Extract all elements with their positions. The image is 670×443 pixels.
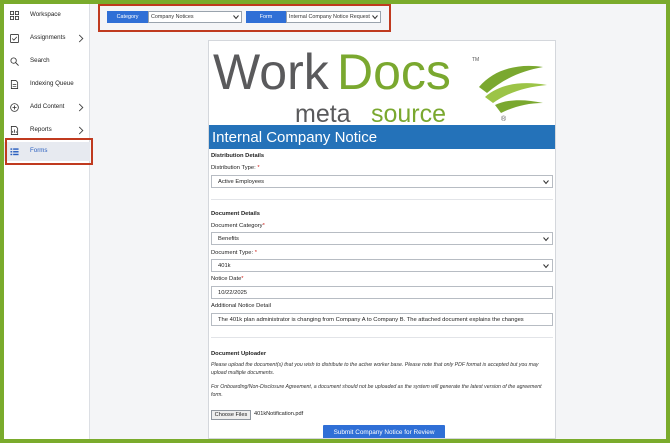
- checkbox-icon: [10, 34, 19, 43]
- form-title: Internal Company Notice: [209, 125, 555, 149]
- document-type-value: 401k: [218, 262, 231, 269]
- section-divider: [211, 199, 553, 200]
- document-type-label: Document Type: *: [211, 250, 257, 256]
- distribution-heading: Distribution Details: [211, 153, 265, 159]
- sidebar-item-indexing-queue[interactable]: Indexing Queue: [4, 76, 90, 94]
- logo-word-meta: meta: [295, 100, 351, 125]
- logo-trademark: TM: [472, 57, 479, 63]
- document-icon: [10, 80, 19, 89]
- notice-detail-input[interactable]: The 401k plan administrator is changing …: [211, 313, 553, 326]
- uploader-note-pdf: Please upload the document(s) that you w…: [211, 362, 539, 376]
- sidebar-item-label: Workspace: [30, 11, 61, 18]
- distribution-type-select[interactable]: Active Employees: [211, 175, 553, 188]
- sidebar-item-assignments[interactable]: Assignments: [4, 30, 90, 48]
- section-divider: [211, 337, 553, 338]
- report-icon: [10, 126, 19, 135]
- chevron-right-icon: [78, 34, 84, 43]
- workdocs-logo-graphic: Work Docs TM meta source ®: [213, 44, 547, 128]
- document-type-select[interactable]: 401k: [211, 259, 553, 272]
- sidebar-item-label: Indexing Queue: [30, 80, 74, 87]
- chevron-down-icon: [543, 237, 549, 242]
- document-category-label: Document Category*: [211, 223, 265, 229]
- uploader-heading: Document Uploader: [211, 351, 267, 357]
- chevron-down-icon: [543, 264, 549, 269]
- sidebar-item-label: Add Content: [30, 103, 65, 110]
- sidebar-item-label: Reports: [30, 126, 52, 133]
- notice-date-label: Notice Date*: [211, 276, 244, 282]
- forms-highlight-box: [5, 138, 93, 165]
- plus-circle-icon: [10, 103, 19, 112]
- document-heading: Document Details: [211, 211, 260, 217]
- logo-word-work: Work: [213, 44, 330, 100]
- chevron-right-icon: [78, 126, 84, 135]
- grid-icon: [10, 11, 19, 20]
- workdocs-logo: Work Docs TM meta source ®: [209, 41, 555, 128]
- search-icon: [10, 57, 19, 66]
- logo-word-docs: Docs: [337, 44, 451, 100]
- sidebar-item-search[interactable]: Search: [4, 53, 90, 71]
- uploader-note-agreement: For Onboarding/Non-Disclosure Agreement,…: [211, 384, 542, 398]
- distribution-type-value: Active Employees: [218, 178, 265, 185]
- notice-date-input[interactable]: 10/22/2025: [211, 286, 553, 299]
- leaf-mark-lower: [495, 100, 543, 113]
- choose-files-button[interactable]: Choose Files: [211, 410, 251, 420]
- sidebar-item-workspace[interactable]: Workspace: [4, 7, 90, 25]
- document-category-value: Benefits: [218, 235, 239, 242]
- sidebar-item-label: Assignments: [30, 34, 66, 41]
- form-panel: Work Docs TM meta source ® Internal Comp…: [208, 40, 556, 439]
- notice-detail-label: Additional Notice Detail: [211, 303, 271, 309]
- submit-button[interactable]: Submit Company Notice for Review: [323, 425, 445, 438]
- selected-file-name: 401kNotification.pdf: [254, 411, 304, 417]
- chevron-down-icon: [543, 180, 549, 185]
- sidebar: Workspace Assignments Search Indexing Qu…: [4, 4, 90, 439]
- logo-registered: ®: [501, 115, 507, 123]
- chevron-right-icon: [78, 103, 84, 112]
- distribution-type-label: Distribution Type: *: [211, 165, 260, 171]
- logo-word-source: source: [371, 100, 446, 125]
- sidebar-item-label: Search: [30, 57, 50, 64]
- document-category-select[interactable]: Benefits: [211, 232, 553, 245]
- selector-highlight-box: [98, 4, 391, 32]
- app-window: Workspace Assignments Search Indexing Qu…: [4, 4, 666, 439]
- sidebar-item-add-content[interactable]: Add Content: [4, 99, 90, 117]
